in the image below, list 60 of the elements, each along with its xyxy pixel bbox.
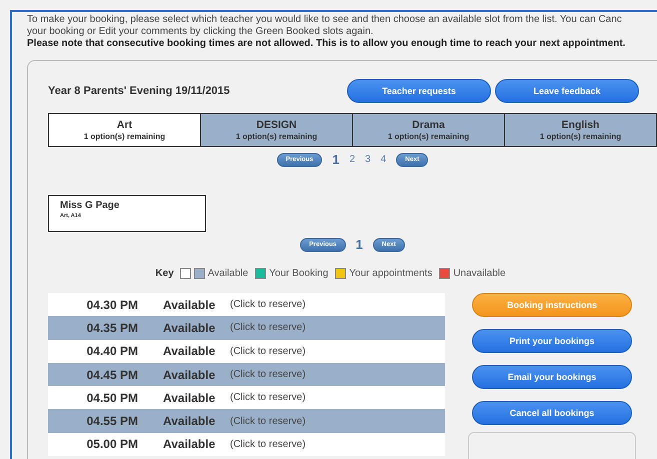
slot-row[interactable]: 04.30 PM Available (Click to reserve) — [48, 293, 445, 316]
slot-status: Available — [163, 344, 216, 358]
slot-action: (Click to reserve) — [230, 416, 306, 427]
page-link[interactable]: 4 — [380, 154, 386, 165]
subject-tab[interactable]: English 1 option(s) remaining — [505, 113, 657, 147]
remaining-text: 1 option(s) remaining — [540, 132, 622, 141]
subject-name: English — [562, 119, 600, 131]
slot-action: (Click to reserve) — [230, 438, 306, 450]
instructions-text: your booking or Edit your comments by clicking the Green Booked slots again. — [27, 26, 374, 38]
slot-time: 04.55 PM — [86, 414, 138, 428]
subject-tab[interactable]: Drama 1 option(s) remaining — [353, 113, 505, 147]
slot-time: 05.00 PM — [86, 437, 138, 452]
page-link[interactable]: 1 — [332, 152, 340, 167]
key-text: Your appointments — [349, 268, 432, 279]
subject-tab[interactable]: DESIGN 1 option(s) remaining — [201, 113, 353, 147]
action-button[interactable]: Cancel all bookings — [472, 401, 632, 425]
action-button[interactable]: Email your bookings — [472, 365, 632, 389]
slot-action: (Click to reserve) — [230, 369, 306, 380]
slot-time: 04.45 PM — [86, 368, 138, 382]
slot-time: 04.50 PM — [86, 390, 138, 405]
slot-row[interactable]: 04.50 PM Available (Click to reserve) — [48, 386, 445, 410]
remaining-text: 1 option(s) remaining — [84, 132, 166, 141]
key-text: Available — [208, 268, 248, 279]
slot-time: 04.35 PM — [86, 320, 138, 335]
event-title: Year 8 Parents' Evening 19/11/2015 — [48, 85, 230, 97]
slot-status: Available — [163, 320, 216, 335]
slot-time: 04.30 PM — [86, 298, 138, 312]
header-button[interactable]: Leave feedback — [495, 79, 639, 103]
slot-action: (Click to reserve) — [230, 322, 306, 334]
slot-action: (Click to reserve) — [230, 299, 306, 310]
slot-row[interactable]: 05.00 PM Available (Click to reserve) — [48, 432, 445, 456]
slot-action: (Click to reserve) — [230, 392, 306, 404]
key-text: Your Booking — [269, 268, 328, 279]
slot-row[interactable]: 04.35 PM Available (Click to reserve) — [48, 316, 445, 340]
remaining-text: 1 option(s) remaining — [388, 132, 470, 141]
note-text: Please note that consecutive booking times are not allowed. This is to allow you enough time to reach your next appointment. — [27, 38, 626, 50]
subject-name: Drama — [412, 119, 445, 131]
page-link[interactable]: 3 — [365, 154, 371, 165]
slot-row[interactable]: 04.40 PM Available (Click to reserve) — [48, 340, 445, 363]
slot-status: Available — [163, 298, 216, 312]
action-button[interactable]: Print your bookings — [472, 329, 632, 353]
slot-status: Available — [163, 368, 216, 382]
slot-row[interactable]: 04.55 PM Available (Click to reserve) — [48, 409, 445, 433]
remaining-text: 1 option(s) remaining — [236, 132, 318, 141]
instructions-text: To make your booking, please select which teacher you would like to see and then choose an available slot from the list. You can Canc — [27, 14, 623, 26]
key-label: Key — [155, 268, 174, 279]
header-button[interactable]: Teacher requests — [347, 79, 491, 103]
subject-tab[interactable]: Art 1 option(s) remaining — [48, 113, 201, 147]
slot-action: (Click to reserve) — [230, 346, 306, 357]
slot-status: Available — [163, 390, 216, 405]
slot-status: Available — [163, 414, 216, 428]
subject-name: DESIGN — [256, 119, 297, 131]
page-link[interactable]: 1 — [356, 237, 363, 252]
slot-row[interactable]: 04.45 PM Available (Click to reserve) — [48, 362, 445, 386]
page-link[interactable]: 2 — [349, 154, 356, 165]
subject-name: Art — [116, 119, 132, 131]
slot-time: 04.40 PM — [86, 344, 138, 358]
slot-status: Available — [163, 437, 216, 452]
key-text: Unavailable — [453, 268, 506, 279]
teacher-name: Miss G Page — [60, 200, 120, 211]
